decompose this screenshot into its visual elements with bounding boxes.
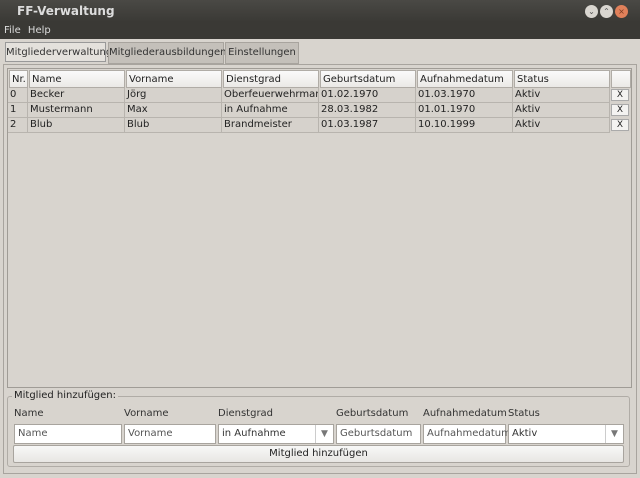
- dienstgrad-select[interactable]: in Aufnahme ▼: [218, 424, 334, 444]
- cell-geburtsdatum: 01.03.1987: [319, 118, 416, 133]
- menu-help[interactable]: Help: [28, 25, 51, 36]
- cell-status: Aktiv: [513, 103, 610, 118]
- column-header-nr[interactable]: Nr.: [9, 70, 28, 88]
- menu-file[interactable]: File: [4, 25, 21, 36]
- table-row[interactable]: 1 Mustermann Max in Aufnahme 28.03.1982 01.01…: [8, 103, 631, 118]
- cell-name: Becker: [28, 88, 125, 103]
- cell-geburtsdatum: 01.02.1970: [319, 88, 416, 103]
- close-icon[interactable]: ×: [615, 5, 628, 18]
- status-select[interactable]: Aktiv ▼: [508, 424, 624, 444]
- cell-name: Mustermann: [28, 103, 125, 118]
- column-header-geburtsdatum[interactable]: Geburtsdatum: [320, 70, 416, 88]
- cell-status: Aktiv: [513, 118, 610, 133]
- cell-aufnahmedatum: 01.01.1970: [416, 103, 513, 118]
- tab-einstellungen[interactable]: Einstellungen: [225, 42, 299, 64]
- cell-dienstgrad: Oberfeuerwehrmann: [222, 88, 319, 103]
- vorname-input-placeholder: Vorname: [128, 428, 173, 439]
- delete-row-button[interactable]: X: [611, 104, 629, 116]
- label-geburtsdatum: Geburtsdatum: [336, 408, 409, 419]
- cell-status: Aktiv: [513, 88, 610, 103]
- cell-vorname: Jörg: [125, 88, 222, 103]
- cell-aufnahmedatum: 10.10.1999: [416, 118, 513, 133]
- menu-bar: File Help: [0, 22, 640, 39]
- cell-name: Blub: [28, 118, 125, 133]
- label-name: Name: [14, 408, 44, 419]
- delete-row-button[interactable]: X: [611, 119, 629, 131]
- geburtsdatum-input[interactable]: Geburtsdatum: [336, 424, 421, 444]
- dienstgrad-value: in Aufnahme: [222, 428, 286, 439]
- column-header-actions[interactable]: [611, 70, 631, 88]
- label-vorname: Vorname: [124, 408, 169, 419]
- delete-row-button[interactable]: X: [611, 89, 629, 101]
- label-aufnahmedatum: Aufnahmedatum: [423, 408, 507, 419]
- title-bar: FF-Verwaltung: [0, 0, 640, 22]
- maximize-icon[interactable]: ⌃: [600, 5, 613, 18]
- table-row[interactable]: 2 Blub Blub Brandmeister 01.03.1987 10.10.199…: [8, 118, 631, 133]
- cell-vorname: Blub: [125, 118, 222, 133]
- name-input-placeholder: Name: [18, 428, 48, 439]
- cell-dienstgrad: Brandmeister: [222, 118, 319, 133]
- label-dienstgrad: Dienstgrad: [218, 408, 274, 419]
- add-member-title: Mitglied hinzufügen:: [12, 390, 119, 401]
- chevron-down-icon[interactable]: ▼: [315, 425, 333, 443]
- column-header-status[interactable]: Status: [514, 70, 610, 88]
- cell-vorname: Max: [125, 103, 222, 118]
- column-header-aufnahmedatum[interactable]: Aufnahmedatum: [417, 70, 513, 88]
- cell-nr: 2: [8, 118, 28, 133]
- table-row[interactable]: 0 Becker Jörg Oberfeuerwehrmann 01.02.1970 01…: [8, 88, 631, 103]
- tab-mitgliederausbildungen[interactable]: Mitgliederausbildungen: [108, 42, 226, 64]
- window-title: FF-Verwaltung: [17, 4, 115, 18]
- chevron-down-icon[interactable]: ▼: [605, 425, 623, 443]
- minimize-icon[interactable]: ⌄: [585, 5, 598, 18]
- add-member-button[interactable]: Mitglied hinzufügen: [13, 445, 624, 463]
- column-header-name[interactable]: Name: [29, 70, 125, 88]
- tab-mitgliederverwaltung[interactable]: Mitgliederverwaltung: [5, 42, 112, 62]
- geburtsdatum-input-placeholder: Geburtsdatum: [340, 428, 413, 439]
- label-status: Status: [508, 408, 540, 419]
- cell-geburtsdatum: 28.03.1982: [319, 103, 416, 118]
- vorname-input[interactable]: Vorname: [124, 424, 216, 444]
- members-table: Nr. Name Vorname Dienstgrad Geburtsdatum Aufn…: [7, 68, 632, 388]
- aufnahmedatum-input[interactable]: Aufnahmedatum: [423, 424, 511, 444]
- cell-dienstgrad: in Aufnahme: [222, 103, 319, 118]
- cell-aufnahmedatum: 01.03.1970: [416, 88, 513, 103]
- column-header-vorname[interactable]: Vorname: [126, 70, 222, 88]
- name-input[interactable]: Name: [14, 424, 122, 444]
- aufnahmedatum-input-placeholder: Aufnahmedatum: [427, 428, 511, 439]
- cell-nr: 1: [8, 103, 28, 118]
- column-header-dienstgrad[interactable]: Dienstgrad: [223, 70, 319, 88]
- cell-nr: 0: [8, 88, 28, 103]
- status-value: Aktiv: [512, 428, 538, 439]
